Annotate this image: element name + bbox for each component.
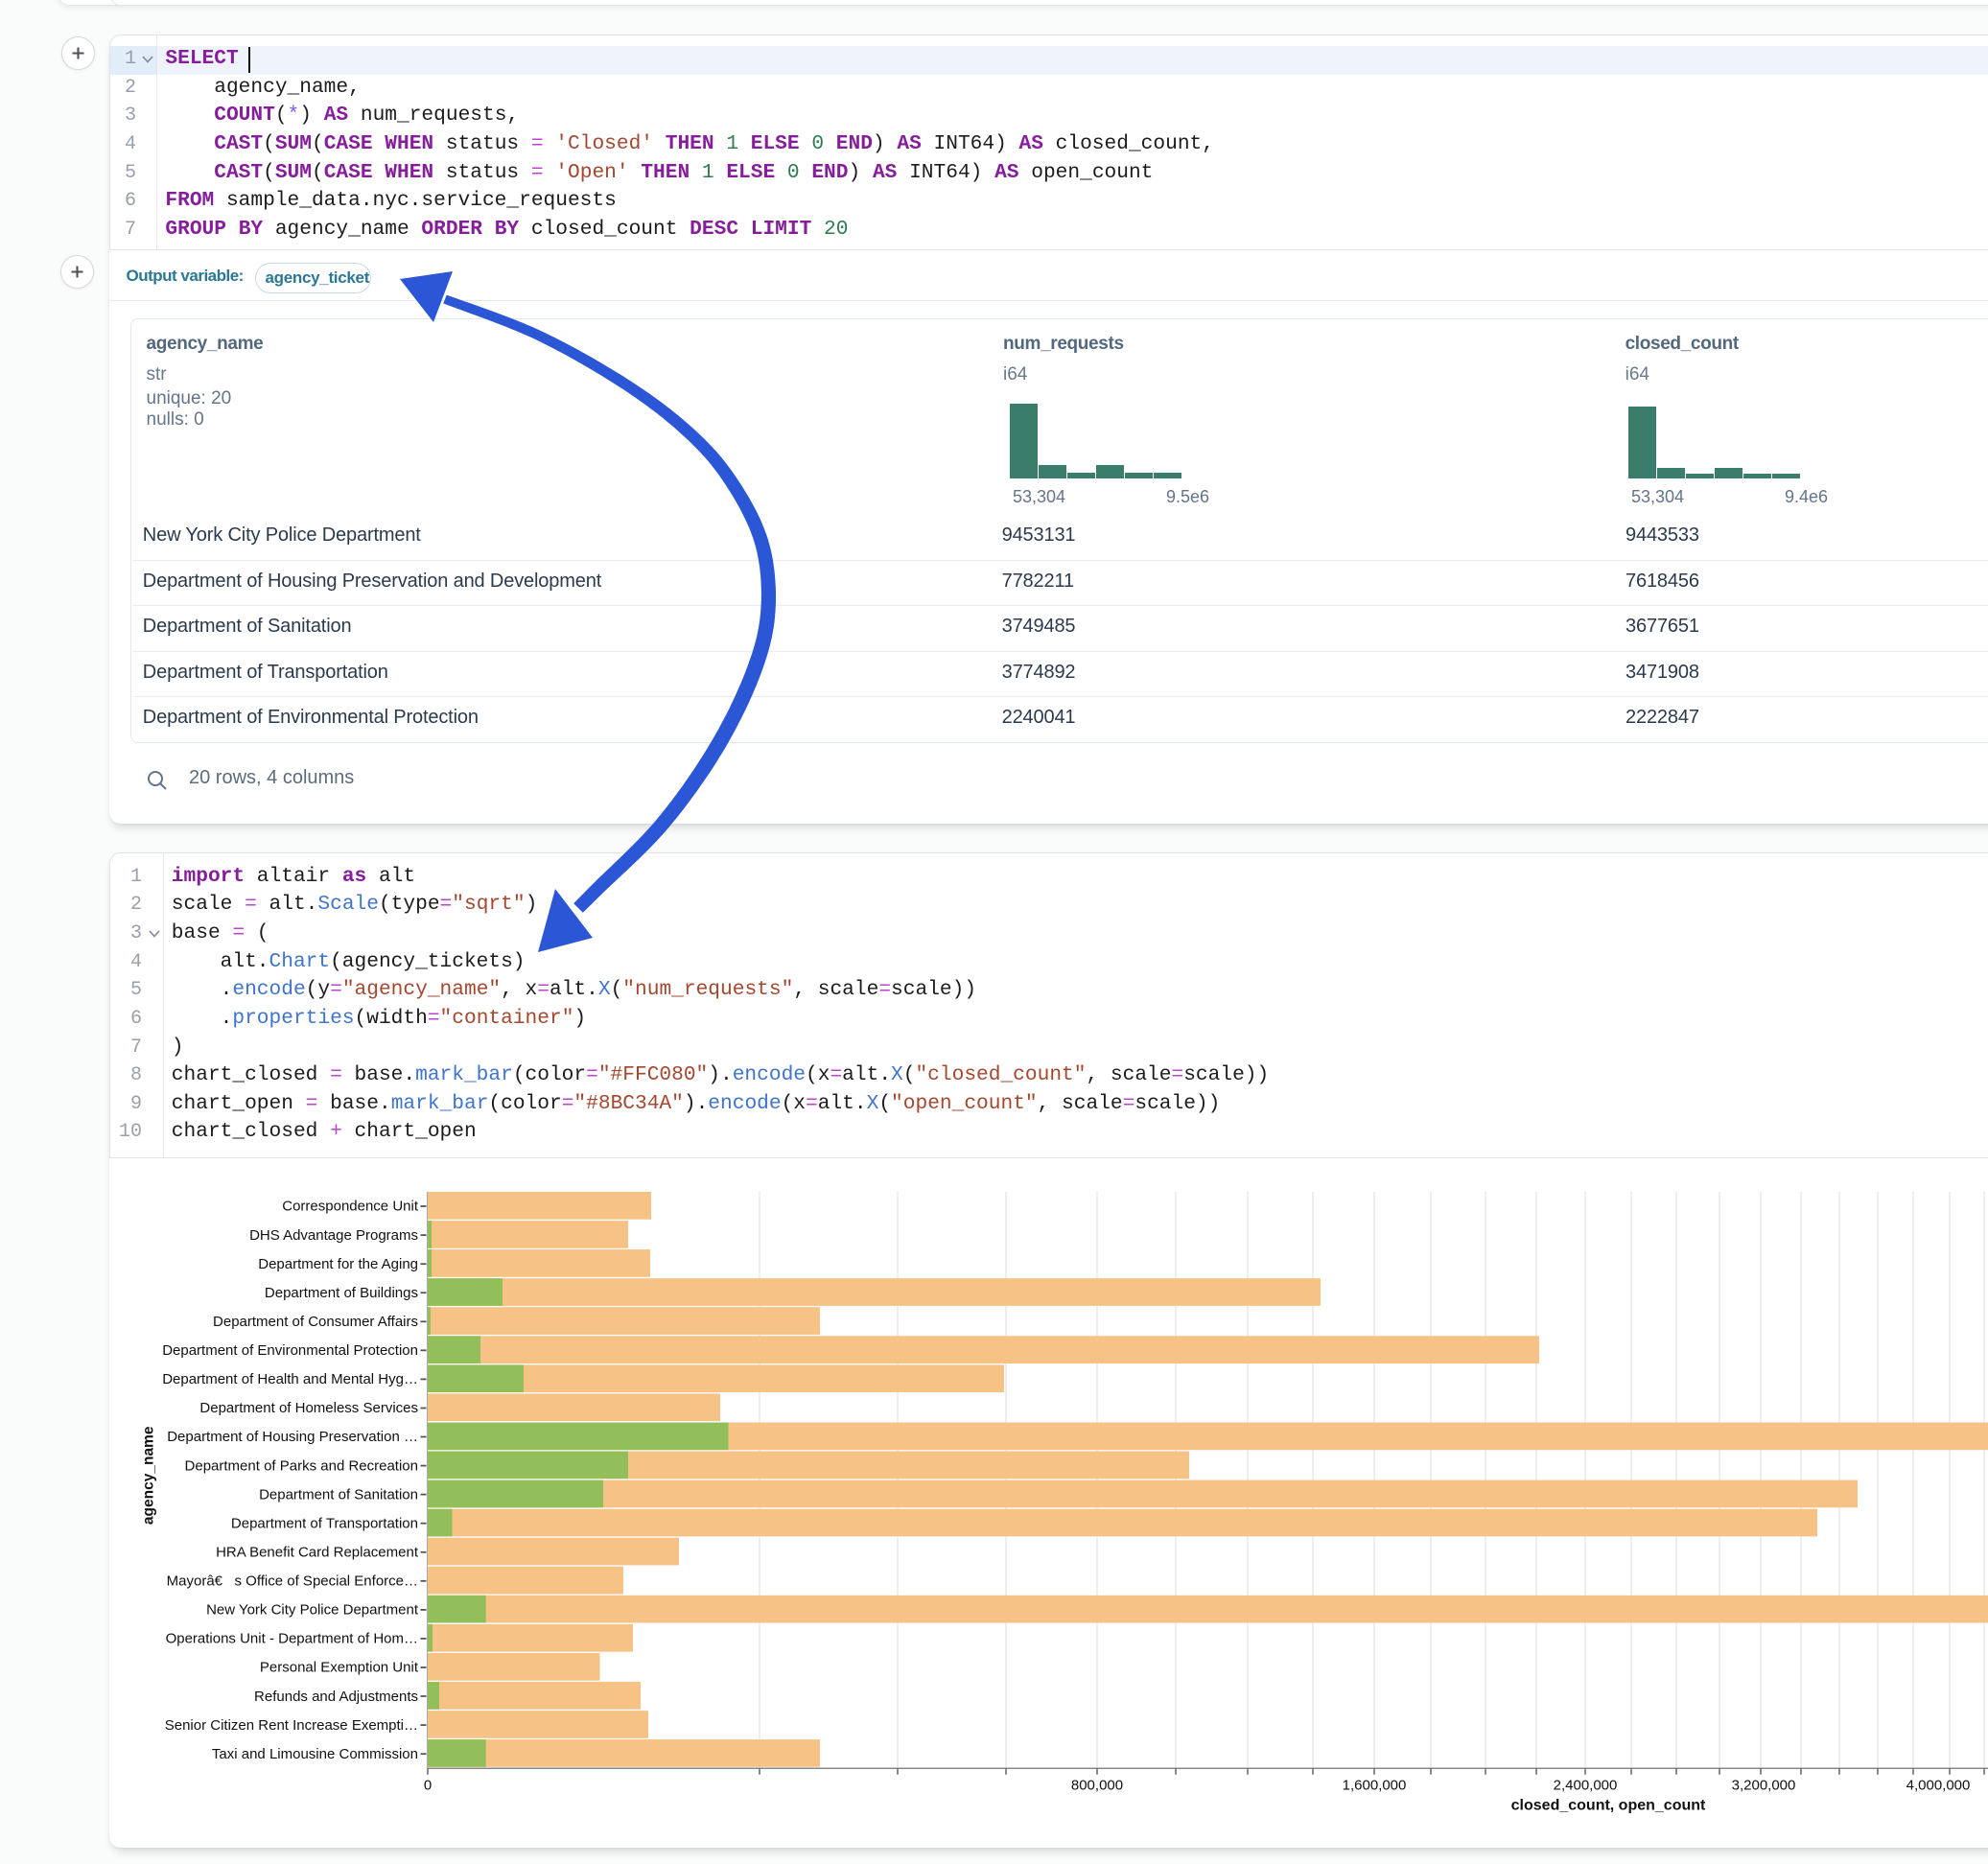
svg-text:4,000,000: 4,000,000 <box>1906 1777 1971 1793</box>
svg-text:1,600,000: 1,600,000 <box>1343 1777 1407 1793</box>
svg-text:Personal Exemption Unit: Personal Exemption Unit <box>260 1660 419 1676</box>
svg-text:DHS Advantage Programs: DHS Advantage Programs <box>249 1227 418 1244</box>
svg-text:0: 0 <box>424 1777 432 1793</box>
svg-text:800,000: 800,000 <box>1071 1777 1123 1793</box>
svg-text:Operations Unit - Department o: Operations Unit - Department of Hom… <box>166 1631 418 1647</box>
svg-text:Taxi and Limousine Commission: Taxi and Limousine Commission <box>212 1746 418 1762</box>
svg-text:3,200,000: 3,200,000 <box>1732 1777 1796 1793</box>
svg-text:Department of Parks and Recrea: Department of Parks and Recreation <box>185 1457 418 1474</box>
svg-text:agency_name: agency_name <box>141 1426 157 1525</box>
svg-text:2,400,000: 2,400,000 <box>1554 1777 1618 1793</box>
svg-text:Correspondence Unit: Correspondence Unit <box>282 1199 419 1215</box>
svg-text:HRA Benefit Card Replacement: HRA Benefit Card Replacement <box>216 1545 419 1561</box>
svg-text:Refunds and Adjustments: Refunds and Adjustments <box>254 1689 418 1705</box>
svg-text:New York City Police Departmen: New York City Police Department <box>206 1602 419 1619</box>
svg-text:Department of Health and Menta: Department of Health and Mental Hyg… <box>162 1371 418 1387</box>
svg-text:Department of Environmental Pr: Department of Environmental Protection <box>162 1342 418 1359</box>
svg-text:Department of Sanitation: Department of Sanitation <box>259 1486 418 1503</box>
svg-text:Department of Homeless Service: Department of Homeless Services <box>199 1400 418 1416</box>
svg-text:Department of Housing Preserva: Department of Housing Preservation … <box>167 1429 418 1445</box>
svg-text:Mayorâ€ s Office of Special: Mayorâ€ s Office of Special Enforce… <box>167 1573 418 1590</box>
svg-text:closed_count, open_count: closed_count, open_count <box>1511 1797 1706 1813</box>
svg-text:Department of Transportation: Department of Transportation <box>231 1516 418 1532</box>
svg-text:Department of Buildings: Department of Buildings <box>265 1285 418 1301</box>
svg-text:Department of Consumer Affairs: Department of Consumer Affairs <box>213 1314 418 1330</box>
svg-text:Senior Citizen Rent Increase E: Senior Citizen Rent Increase Exempti… <box>165 1717 418 1734</box>
svg-text:Department for the Aging: Department for the Aging <box>258 1256 418 1272</box>
